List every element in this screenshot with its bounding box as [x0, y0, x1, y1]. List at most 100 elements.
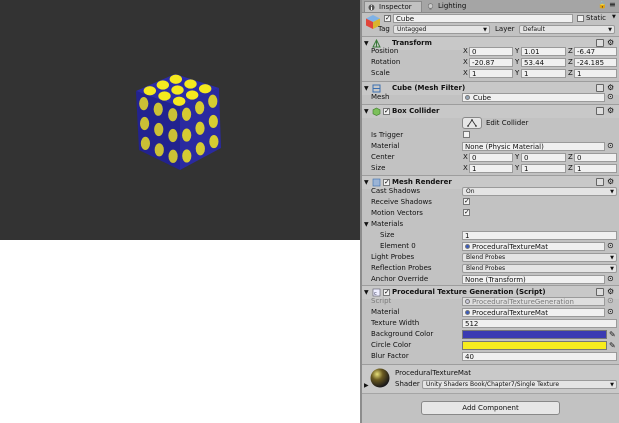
script-enabled-checkbox[interactable]: ✓ [383, 289, 390, 296]
position-y-field[interactable]: 1.01 [521, 47, 566, 56]
object-picker-icon[interactable]: ⊙ [607, 92, 614, 102]
receive-shadows-label: Receive Shadows [371, 198, 432, 206]
tab-inspector-label: Inspector [379, 3, 412, 11]
rotation-x-field[interactable]: -20.87 [469, 58, 513, 67]
tag-dropdown[interactable]: Untagged ▼ [393, 25, 490, 34]
object-name-field[interactable]: Cube [393, 14, 573, 23]
center-z-field[interactable]: 0 [574, 153, 617, 162]
background-color-swatch[interactable] [462, 330, 607, 339]
anchor-override-label: Anchor Override [371, 275, 429, 283]
cube-circle-mark [184, 79, 197, 89]
static-dropdown-icon[interactable]: ▼ [612, 14, 616, 20]
rotation-y-field[interactable]: 53.44 [521, 58, 566, 67]
materials-label: Materials [371, 220, 404, 228]
material-section: ProceduralTextureMat ▶ Shader Unity Shad… [362, 364, 619, 393]
active-checkbox[interactable]: ✓ [384, 15, 391, 22]
center-y-field[interactable]: 0 [521, 153, 566, 162]
tab-lighting-label: Lighting [438, 2, 467, 10]
mesh-renderer-enabled-checkbox[interactable]: ✓ [383, 179, 390, 186]
inspector-panel: Inspector Lighting 🔒 ≡ ✓ Cube Static ▼ T… [362, 0, 619, 423]
static-checkbox[interactable] [577, 15, 584, 22]
lock-icon[interactable]: 🔒 [598, 1, 607, 9]
info-icon [368, 4, 375, 11]
edit-collider-label: Edit Collider [486, 119, 529, 127]
help-icon[interactable] [596, 107, 604, 115]
cube-circle-mark [181, 107, 192, 121]
box-collider-header[interactable]: ▼ ✓ Box Collider ⚙ [362, 104, 619, 118]
edit-collider-button[interactable] [462, 117, 482, 129]
help-icon[interactable] [596, 39, 604, 47]
cube-circle-mark [158, 91, 171, 101]
cube-circle-mark [139, 116, 150, 131]
chevron-down-icon: ▼ [610, 255, 614, 261]
circle-color-swatch[interactable] [462, 341, 607, 350]
object-picker-icon[interactable]: ⊙ [607, 241, 614, 251]
blur-factor-field[interactable]: 40 [462, 352, 617, 361]
eyedropper-icon[interactable]: ✎ [609, 330, 616, 339]
materials-size-field[interactable]: 1 [462, 231, 617, 240]
size-x-field[interactable]: 1 [469, 164, 513, 173]
reflection-probes-dropdown[interactable]: Blend Probes ▼ [462, 264, 617, 273]
chevron-down-icon: ▼ [610, 382, 614, 388]
cube-circle-mark [156, 80, 170, 90]
fold-arrow-icon[interactable]: ▼ [364, 221, 369, 228]
position-x-axis: X [463, 47, 468, 55]
eyedropper-icon[interactable]: ✎ [609, 341, 616, 350]
empty-area [0, 240, 360, 423]
chevron-down-icon: ▼ [610, 189, 614, 195]
center-x-axis: X [463, 153, 468, 161]
motion-vectors-checkbox[interactable]: ✓ [463, 209, 470, 216]
script-material-field[interactable]: ProceduralTextureMat [462, 308, 605, 317]
receive-shadows-checkbox[interactable]: ✓ [463, 198, 470, 205]
scale-x-axis: X [463, 69, 468, 77]
materials-size-label: Size [380, 231, 395, 239]
tab-bar: Inspector Lighting 🔒 ≡ [362, 0, 619, 13]
position-y-axis: Y [515, 47, 520, 55]
scale-x-field[interactable]: 1 [469, 69, 513, 78]
add-component-button[interactable]: Add Component [421, 401, 560, 415]
mesh-label: Mesh [371, 93, 390, 101]
shader-dropdown[interactable]: Unity Shaders Book/Chapter7/Single Textu… [422, 380, 617, 389]
center-x-field[interactable]: 0 [469, 153, 513, 162]
box-collider-enabled-checkbox[interactable]: ✓ [383, 108, 390, 115]
gear-icon[interactable]: ⚙ [607, 106, 614, 116]
object-picker-icon[interactable]: ⊙ [607, 307, 614, 317]
scale-y-field[interactable]: 1 [521, 69, 566, 78]
rotation-label: Rotation [371, 58, 401, 66]
cube-circle-mark [195, 101, 205, 115]
object-picker-icon[interactable]: ⊙ [607, 141, 614, 151]
size-y-field[interactable]: 1 [521, 164, 566, 173]
fold-arrow-icon[interactable]: ▶ [364, 382, 369, 389]
element-0-field[interactable]: ProceduralTextureMat [462, 242, 605, 251]
tab-lighting[interactable]: Lighting [424, 1, 476, 12]
anchor-override-field[interactable]: None (Transform) [462, 275, 605, 284]
script-field-value: ProceduralTextureGeneration [472, 298, 574, 306]
light-probes-dropdown[interactable]: Blend Probes ▼ [462, 253, 617, 262]
is-trigger-checkbox[interactable] [463, 131, 470, 138]
scale-z-field[interactable]: 1 [574, 69, 617, 78]
rotation-z-field[interactable]: -24.185 [574, 58, 617, 67]
texture-width-field[interactable]: 512 [462, 319, 617, 328]
layer-dropdown[interactable]: Default ▼ [519, 25, 615, 34]
cube-circle-mark [172, 96, 186, 106]
help-icon[interactable] [596, 178, 604, 186]
help-icon[interactable] [596, 288, 604, 296]
cast-shadows-dropdown[interactable]: On ▼ [462, 187, 617, 196]
tab-inspector[interactable]: Inspector [364, 1, 422, 12]
cube-circle-mark [169, 74, 183, 84]
object-picker-icon[interactable]: ⊙ [607, 274, 614, 284]
cube-circle-mark [153, 102, 163, 116]
cube-circle-mark [154, 143, 164, 157]
size-z-field[interactable]: 1 [574, 164, 617, 173]
help-icon[interactable] [596, 84, 604, 92]
scene-view[interactable] [0, 0, 360, 240]
collider-material-field[interactable]: None (Physic Material) [462, 142, 605, 151]
position-z-field[interactable]: -6.47 [574, 47, 617, 56]
menu-icon[interactable]: ≡ [609, 0, 616, 9]
fold-arrow-icon: ▼ [364, 40, 369, 47]
mesh-field[interactable]: Cube [462, 93, 605, 102]
collider-material-label: Material [371, 142, 400, 150]
position-x-field[interactable]: 0 [469, 47, 513, 56]
gear-icon[interactable]: ⚙ [607, 177, 614, 187]
cube-circle-mark [168, 108, 178, 122]
